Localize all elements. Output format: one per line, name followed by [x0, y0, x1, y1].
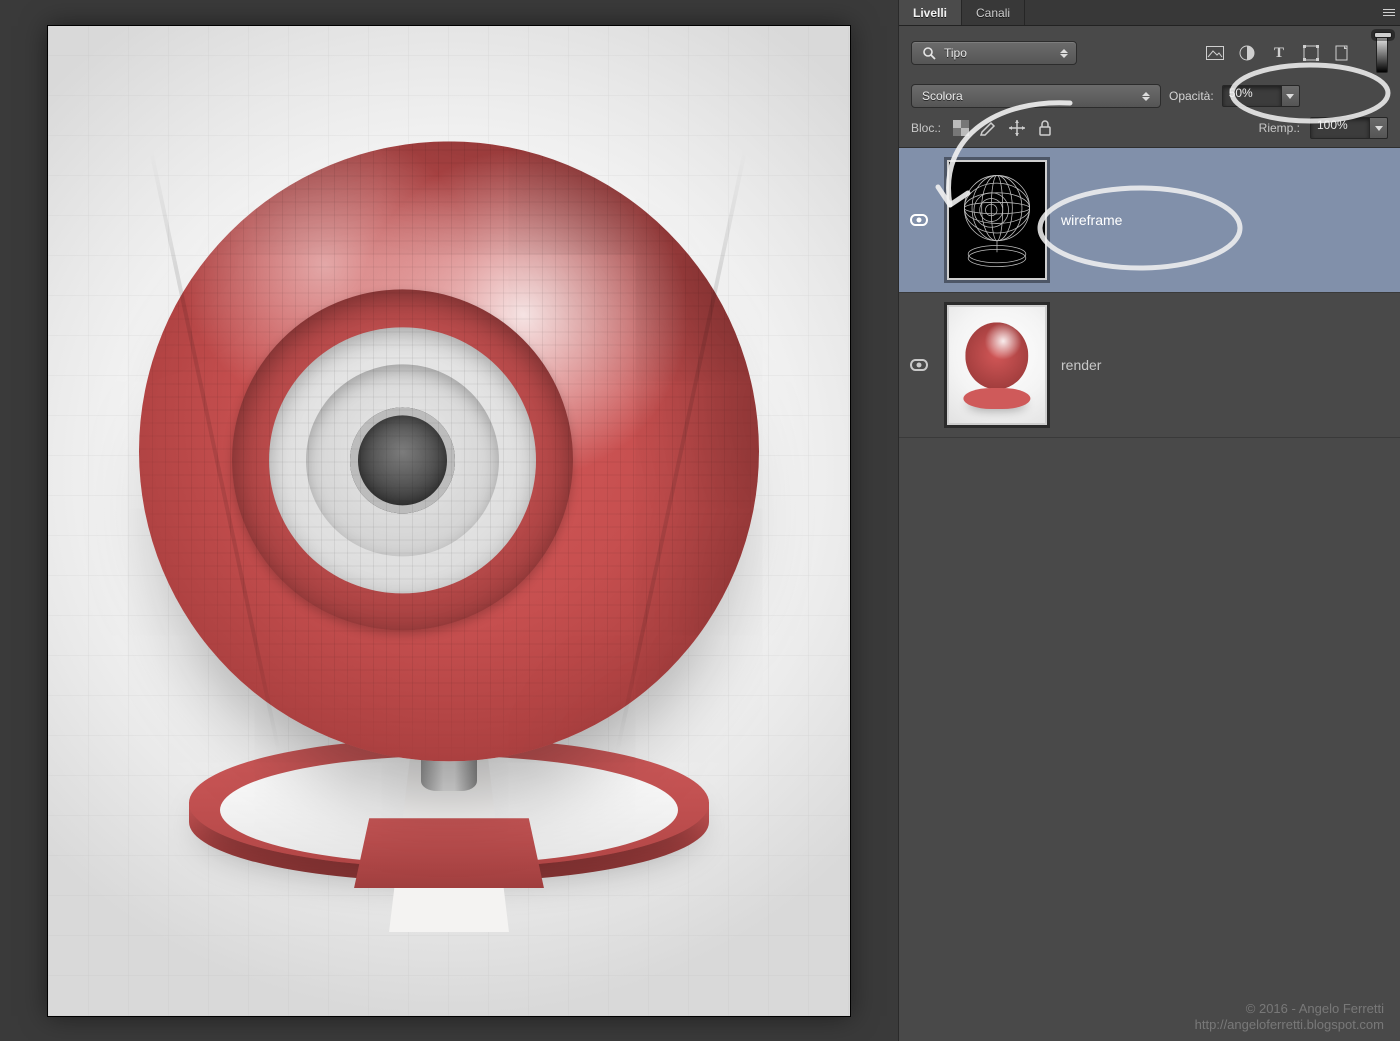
- blend-opacity-row: Scolora Opacità: 50%: [899, 80, 1400, 112]
- fill-label: Riemp.:: [1259, 121, 1300, 135]
- search-icon: [920, 44, 938, 62]
- layer-thumbnail[interactable]: [947, 160, 1047, 280]
- layer-filter-label: Tipo: [944, 46, 1060, 60]
- lock-position-icon[interactable]: [1007, 118, 1027, 138]
- visibility-toggle[interactable]: [905, 359, 933, 371]
- filter-iconbar: T: [1206, 33, 1388, 73]
- opacity-label: Opacità:: [1169, 89, 1214, 103]
- blend-mode-select[interactable]: Scolora: [911, 84, 1161, 108]
- layer-thumbnail[interactable]: [947, 305, 1047, 425]
- layers-list: wireframe render: [899, 147, 1400, 1041]
- filter-row: Tipo T: [899, 26, 1400, 80]
- slider-thumb: [1374, 32, 1392, 38]
- adjustment-filter-icon[interactable]: [1238, 44, 1256, 62]
- lock-transparency-icon[interactable]: [951, 118, 971, 138]
- shape-filter-icon[interactable]: [1302, 44, 1320, 62]
- opacity-dropdown-button[interactable]: [1282, 85, 1300, 107]
- layer-name[interactable]: wireframe: [1061, 212, 1122, 228]
- fill-dropdown-button[interactable]: [1370, 117, 1388, 139]
- filter-toggle-slider[interactable]: [1376, 33, 1388, 73]
- lock-label: Bloc.:: [911, 121, 941, 135]
- updown-caret-icon: [1142, 92, 1150, 101]
- eye-icon: [910, 359, 928, 371]
- layers-panel: Livelli Canali Tipo T: [898, 0, 1400, 1041]
- type-filter-icon[interactable]: T: [1270, 44, 1288, 62]
- panel-tabs: Livelli Canali: [899, 0, 1400, 26]
- chevron-down-icon: [1286, 94, 1294, 99]
- document-canvas[interactable]: [48, 26, 850, 1016]
- menu-icon: [1383, 9, 1395, 17]
- lock-all-icon[interactable]: [1035, 118, 1055, 138]
- webcam-sphere: [139, 141, 759, 761]
- lock-fill-row: Bloc.: Riemp.: 100%: [899, 112, 1400, 147]
- panel-menu-button[interactable]: [1378, 0, 1400, 25]
- layer-row[interactable]: wireframe: [899, 148, 1400, 293]
- document-canvas-area: [0, 0, 898, 1041]
- updown-caret-icon: [1060, 49, 1068, 58]
- chevron-down-icon: [1375, 126, 1383, 131]
- image-filter-icon[interactable]: [1206, 44, 1224, 62]
- tab-channels[interactable]: Canali: [962, 0, 1025, 25]
- layer-row[interactable]: render: [899, 293, 1400, 438]
- tab-layers[interactable]: Livelli: [899, 0, 962, 25]
- opacity-field: 50%: [1222, 85, 1300, 107]
- layer-filter-select[interactable]: Tipo: [911, 41, 1077, 65]
- visibility-toggle[interactable]: [905, 214, 933, 226]
- smartobject-filter-icon[interactable]: [1334, 44, 1352, 62]
- credit-watermark: © 2016 - Angelo Ferretti http://angelofe…: [1195, 1001, 1384, 1034]
- eye-icon: [910, 214, 928, 226]
- lock-pixels-icon[interactable]: [979, 118, 999, 138]
- fill-input[interactable]: 100%: [1310, 117, 1370, 139]
- credit-line1: © 2016 - Angelo Ferretti: [1195, 1001, 1384, 1017]
- fill-field: 100%: [1310, 117, 1388, 139]
- layer-name[interactable]: render: [1061, 357, 1101, 373]
- credit-line2: http://angeloferretti.blogspot.com: [1195, 1017, 1384, 1033]
- opacity-input[interactable]: 50%: [1222, 85, 1282, 107]
